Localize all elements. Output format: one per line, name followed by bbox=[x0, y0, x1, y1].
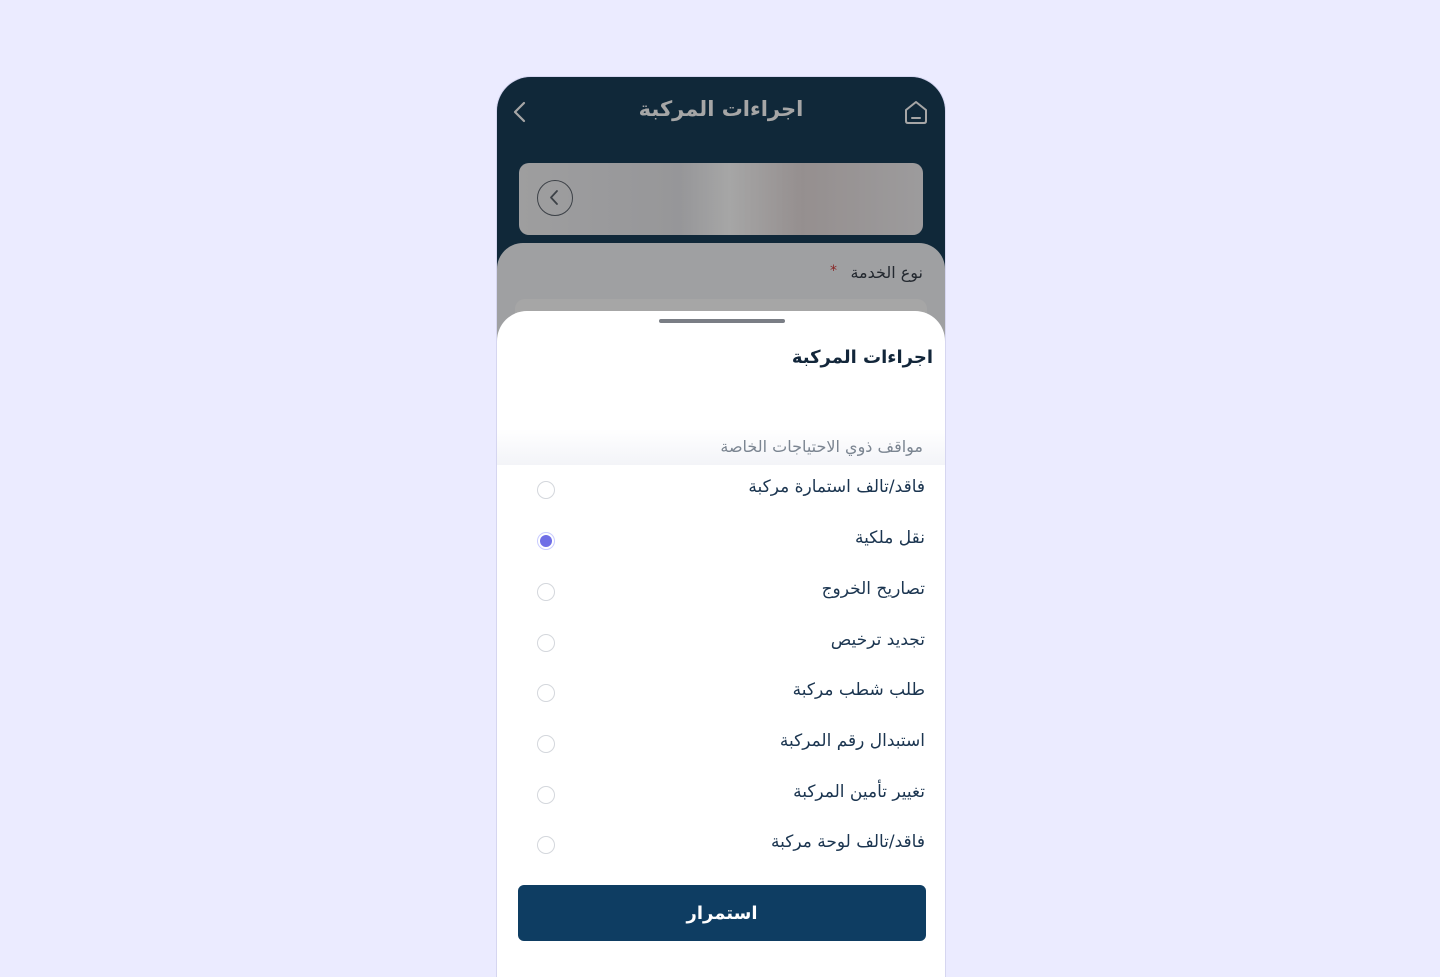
option-label: استبدال رقم المركبة bbox=[779, 731, 925, 751]
option-label: تصاريح الخروج bbox=[821, 579, 925, 599]
radio-button[interactable] bbox=[537, 735, 555, 753]
option-plate-number-change[interactable]: استبدال رقم المركبة bbox=[497, 719, 945, 769]
radio-button[interactable] bbox=[537, 583, 555, 601]
option-label: طلب شطب مركبة bbox=[792, 680, 925, 700]
faded-option[interactable]: مواقف ذوي الاحتياجات الخاصة bbox=[497, 429, 945, 465]
option-lost-plate[interactable]: فاقد/تالف لوحة مركبة bbox=[497, 820, 945, 870]
radio-button[interactable] bbox=[537, 634, 555, 652]
bottom-sheet: اجراءات المركبة مواقف ذوي الاحتياجات الخ… bbox=[497, 311, 945, 977]
option-label: فاقد/تالف استمارة مركبة bbox=[748, 477, 925, 497]
option-lost-registration[interactable]: فاقد/تالف استمارة مركبة bbox=[497, 465, 945, 515]
phone-screen: اجراءات المركبة نوع الخدمة * اجراءات الم… bbox=[497, 77, 945, 977]
sheet-title: اجراءات المركبة bbox=[791, 347, 933, 368]
radio-button-selected[interactable] bbox=[537, 532, 555, 550]
option-ownership-transfer[interactable]: نقل ملكية bbox=[497, 516, 945, 566]
option-label: نقل ملكية bbox=[855, 528, 925, 548]
option-license-renewal[interactable]: تجديد ترخيص bbox=[497, 618, 945, 668]
option-insurance-change[interactable]: تغيير تأمين المركبة bbox=[497, 770, 945, 820]
sheet-drag-handle[interactable] bbox=[659, 319, 785, 323]
option-label: تجديد ترخيص bbox=[830, 630, 925, 650]
continue-button[interactable]: استمرار bbox=[518, 885, 926, 941]
option-label: تغيير تأمين المركبة bbox=[793, 782, 925, 802]
option-exit-permits[interactable]: تصاريح الخروج bbox=[497, 567, 945, 617]
radio-button[interactable] bbox=[537, 836, 555, 854]
radio-button[interactable] bbox=[537, 684, 555, 702]
option-label: فاقد/تالف لوحة مركبة bbox=[771, 832, 925, 852]
faded-option-label: مواقف ذوي الاحتياجات الخاصة bbox=[720, 437, 923, 456]
radio-button[interactable] bbox=[537, 786, 555, 804]
radio-button[interactable] bbox=[537, 481, 555, 499]
option-vehicle-deregistration[interactable]: طلب شطب مركبة bbox=[497, 668, 945, 718]
